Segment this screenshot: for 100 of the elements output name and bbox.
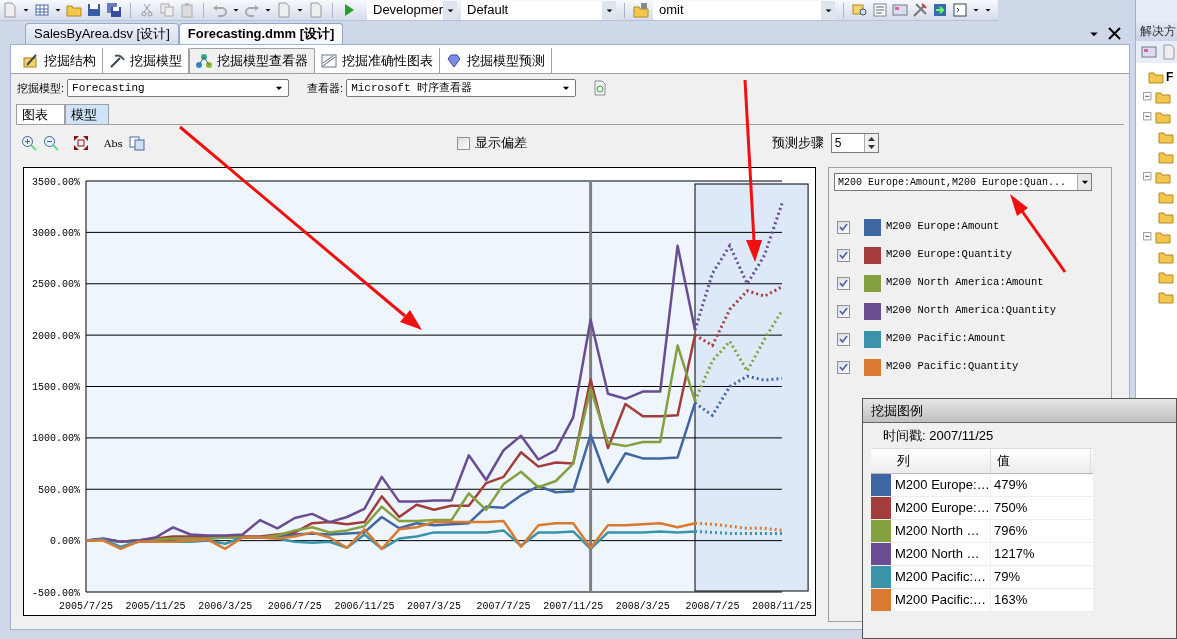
checkbox-label: 显示偏差 <box>474 134 527 153</box>
table-cell-text: 1217% <box>993 545 1036 564</box>
table-cell: M200 North … <box>891 520 991 542</box>
designer-tab[interactable]: 挖掘结构 <box>17 48 103 73</box>
axis-label: 2008/7/25 <box>685 601 740 612</box>
window-title: 挖掘图例 <box>863 399 1176 423</box>
fit-icon[interactable] <box>73 135 89 151</box>
refresh-icon[interactable] <box>592 80 609 96</box>
table-cell-text: 796% <box>993 522 1029 541</box>
document-tab[interactable]: Forecasting.dmm [设计] <box>178 23 344 44</box>
axis-label: 2007/11/25 <box>543 601 604 612</box>
tree-item[interactable]: F <box>1166 68 1174 86</box>
caret-icon[interactable] <box>54 6 62 14</box>
document-tab[interactable]: SalesByArea.dsv [设计] <box>25 23 179 44</box>
folder-icon[interactable] <box>1155 229 1171 245</box>
axis-label: 2000.00% <box>32 330 80 342</box>
checkbox[interactable] <box>837 304 850 318</box>
axis-label: 2005/11/25 <box>125 601 186 612</box>
folder-icon[interactable] <box>1158 249 1174 265</box>
folder-icon[interactable] <box>1155 169 1171 185</box>
axis-label: 0.00% <box>50 536 80 548</box>
view-tab[interactable]: 图表 <box>16 104 65 124</box>
axis-label: 2007/7/25 <box>476 601 531 612</box>
folder-icon[interactable] <box>1155 109 1171 125</box>
axis-label: 2008/3/25 <box>615 601 670 612</box>
folder-icon[interactable] <box>1155 89 1171 105</box>
tools-icon[interactable] <box>912 2 928 18</box>
table-cell-text: 750% <box>993 499 1029 518</box>
steps-spinner[interactable]: 5 <box>830 133 879 153</box>
checkbox[interactable] <box>837 220 850 234</box>
save-all-icon[interactable] <box>106 2 122 18</box>
close-icon[interactable] <box>1108 27 1121 40</box>
axis-label: 1500.00% <box>32 382 80 393</box>
axis-label: 2006/11/25 <box>334 601 395 612</box>
collapse-icon[interactable] <box>1142 90 1155 104</box>
axis-label: 2006/7/25 <box>267 601 322 612</box>
time-marker[interactable] <box>589 181 593 592</box>
legend-label: M200 Pacific:Quantity <box>886 359 1019 375</box>
search-dropdown[interactable]: omit <box>653 0 835 20</box>
legend-label: M200 North America:Quantity <box>886 303 1057 319</box>
table-cell-text: 479% <box>993 476 1029 495</box>
platform-dropdown[interactable]: Default <box>461 0 616 20</box>
view-tab[interactable]: 模型 <box>65 104 109 124</box>
folder-icon[interactable] <box>633 2 649 18</box>
checkbox[interactable] <box>456 136 470 150</box>
zoom-out-icon[interactable] <box>43 135 59 151</box>
designer-tab[interactable]: 挖掘模型查看器 <box>189 48 315 73</box>
checkbox[interactable] <box>837 248 850 262</box>
axis-label: 500.00% <box>38 484 80 496</box>
table-cell: M200 Europe:… <box>891 474 991 496</box>
field-label: 预测步骤 <box>771 134 824 153</box>
collapse-icon[interactable] <box>1142 170 1155 184</box>
column-header[interactable]: 值 <box>991 449 1091 473</box>
field-label: 查看器: <box>307 80 344 96</box>
checkbox[interactable] <box>837 332 850 346</box>
configuration-dropdown[interactable]: Developmer <box>367 0 457 20</box>
timestamp-label: 时间戳: 2007/11/25 <box>882 426 995 445</box>
folder-icon[interactable] <box>1158 129 1174 145</box>
table-cell: M200 North … <box>891 543 991 565</box>
caret-icon[interactable] <box>22 6 30 14</box>
designer-tab[interactable]: 挖掘模型预测 <box>440 48 552 73</box>
axis-label: 3000.00% <box>32 227 80 239</box>
table-cell: M200 Pacific:… <box>891 589 991 611</box>
table-cell: M200 Pacific:… <box>891 566 991 588</box>
folder-icon[interactable] <box>1158 149 1174 165</box>
folder-icon[interactable] <box>1158 189 1174 205</box>
checkbox[interactable] <box>837 360 850 374</box>
caret-icon[interactable] <box>232 6 240 14</box>
folder-icon[interactable] <box>1158 209 1174 225</box>
folder-icon[interactable] <box>1158 269 1174 285</box>
viewer-dropdown[interactable]: Microsoft 时序查看器 <box>346 79 577 97</box>
legend-label: M200 North America:Amount <box>886 275 1044 291</box>
table-cell-text: 163% <box>993 591 1029 610</box>
zoom-in-icon[interactable] <box>21 135 37 151</box>
caret-icon[interactable] <box>296 6 304 14</box>
legend-label: M200 Europe:Amount <box>886 219 1000 235</box>
column-header[interactable]: 列 <box>891 449 991 473</box>
copy-icon[interactable] <box>128 135 145 151</box>
axis-label: 3500.00% <box>32 176 80 188</box>
checkbox[interactable] <box>837 276 850 290</box>
axis-label: 2008/11/25 <box>752 601 812 612</box>
find-icon[interactable] <box>852 2 868 18</box>
legend-label: M200 Pacific:Amount <box>886 331 1006 347</box>
abs-button[interactable]: Abs <box>103 135 124 151</box>
objects-icon[interactable] <box>892 2 908 18</box>
save-icon[interactable] <box>86 2 102 18</box>
collapse-icon[interactable] <box>1142 230 1155 244</box>
field-label: 挖掘模型: <box>17 80 65 96</box>
collapse-icon[interactable] <box>1142 110 1155 124</box>
axis-label: 1000.00% <box>32 433 80 445</box>
designer-tab[interactable]: 挖掘准确性图表 <box>315 48 440 73</box>
series-dropdown[interactable]: M200 Europe:Amount,M200 Europe:Quan... <box>834 173 1092 191</box>
window-icon[interactable] <box>952 2 968 18</box>
folder-icon[interactable] <box>1158 289 1174 305</box>
model-dropdown[interactable]: Forecasting <box>67 79 290 97</box>
scissors-icon[interactable] <box>139 2 155 18</box>
caret-icon[interactable] <box>264 6 272 14</box>
axis-label: 2006/3/25 <box>198 601 253 612</box>
axis-label: 2007/3/25 <box>407 601 461 612</box>
axis-label: 2500.00% <box>32 279 80 291</box>
